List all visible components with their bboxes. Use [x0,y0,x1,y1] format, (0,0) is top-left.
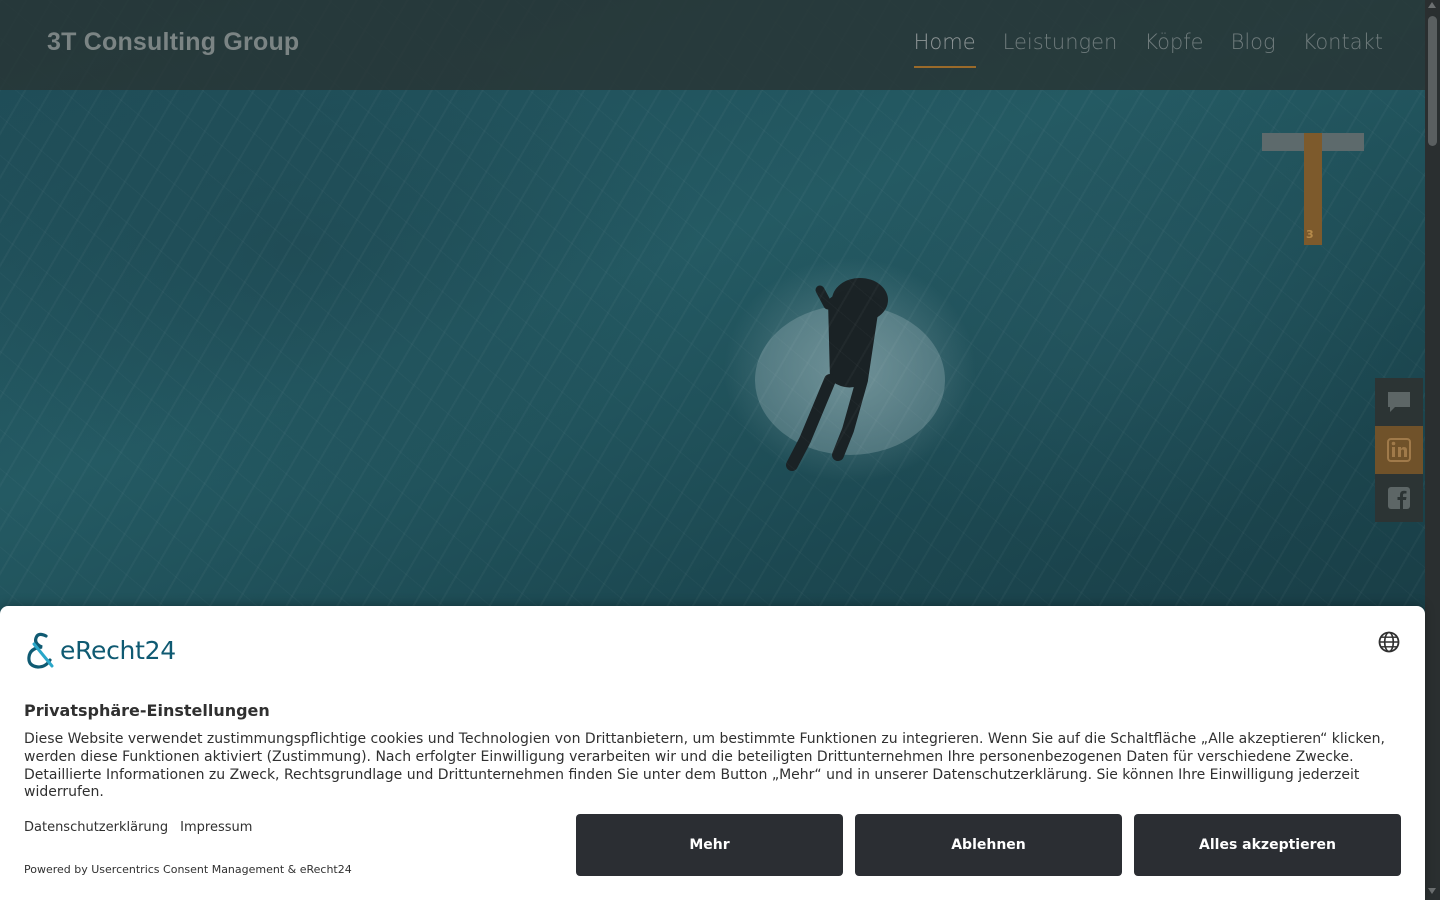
cookie-consent-banner: eRecht24 Privatsphäre-Einstellungen Dies… [0,606,1425,900]
linkedin-icon [1387,438,1411,462]
consent-title: Privatsphäre-Einstellungen [24,701,270,720]
social-sidebar [1375,378,1423,522]
imprint-link[interactable]: Impressum [180,820,252,835]
page: 3T Consulting Group Home Leistungen Köpf… [0,0,1440,900]
nav-blog[interactable]: Blog [1231,30,1276,68]
powered-by-text: Powered by Usercentrics Consent Manageme… [24,863,352,876]
nav-home[interactable]: Home [913,30,976,68]
consent-description: Diese Website verwendet zustimmungspflic… [24,731,1385,801]
facebook-icon [1388,487,1410,509]
erecht24-logo: eRecht24 [24,630,176,670]
t-logo-icon: 3 [1262,133,1364,245]
consent-links: Datenschutzerklärung Impressum [24,820,252,835]
chat-icon [1388,392,1410,412]
brand-logo[interactable]: 3T Consulting Group [47,28,299,57]
decline-button[interactable]: Ablehnen [855,814,1122,876]
scrollbar-thumb[interactable] [1428,16,1437,146]
site-header: 3T Consulting Group Home Leistungen Köpf… [0,0,1425,90]
nav-kontakt[interactable]: Kontakt [1303,30,1383,68]
language-globe-icon[interactable] [1378,631,1400,657]
t-logo-mini-label: 3 [1306,228,1314,241]
more-button[interactable]: Mehr [576,814,843,876]
privacy-policy-link[interactable]: Datenschutzerklärung [24,820,168,835]
scroll-down-arrow-icon[interactable] [1428,888,1436,894]
erecht24-logo-text: eRecht24 [60,635,176,665]
facebook-button[interactable] [1375,474,1423,522]
erecht24-logo-icon [27,632,54,669]
nav-koepfe[interactable]: Köpfe [1144,30,1203,68]
accept-all-button[interactable]: Alles akzeptieren [1134,814,1401,876]
main-nav: Home Leistungen Köpfe Blog Kontakt [913,30,1383,68]
chat-button[interactable] [1375,378,1423,426]
nav-leistungen[interactable]: Leistungen [1003,30,1118,68]
linkedin-button[interactable] [1375,426,1423,474]
scroll-up-arrow-icon[interactable] [1428,2,1436,8]
